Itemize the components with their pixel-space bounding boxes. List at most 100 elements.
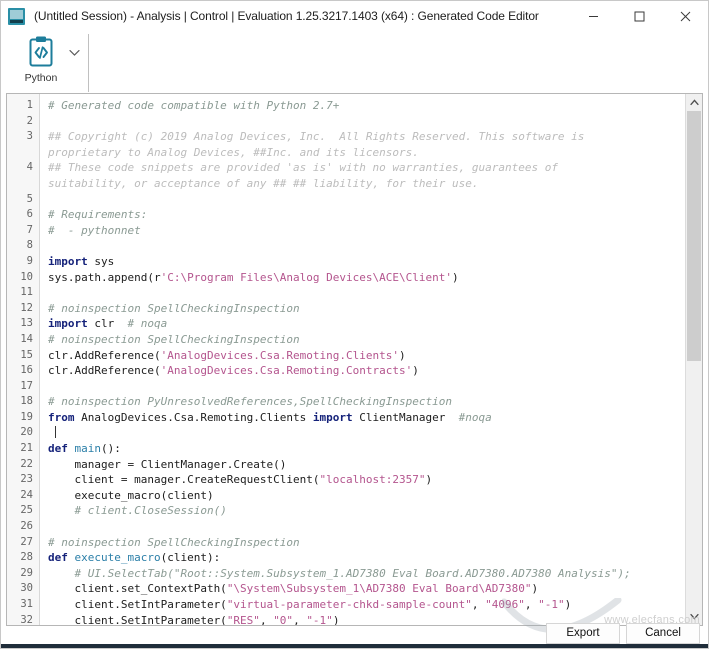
code-token-cmt: # noinspection SpellCheckingInspection: [48, 333, 300, 346]
ace-app-icon: [8, 8, 25, 25]
code-line: # Generated code compatible with Python …: [48, 98, 685, 114]
code-line: ## Copyright (c) 2019 Analog Devices, In…: [48, 129, 685, 145]
code-token-cmt: #noqa: [459, 411, 492, 424]
line-number-wrap: [7, 145, 39, 161]
python-button-label: Python: [25, 72, 58, 84]
line-number: 17: [7, 379, 39, 395]
window-bottom-edge: [1, 644, 708, 648]
code-line: def execute_macro(client):: [48, 550, 685, 566]
code-token-str: "-1": [538, 598, 565, 611]
scrollbar-track[interactable]: [686, 111, 702, 608]
code-token-kw: import: [48, 255, 88, 268]
code-token-str: 'AnalogDevices.Csa.Remoting.Clients': [161, 349, 399, 362]
code-token-plain: ): [399, 349, 406, 362]
code-token-plain: client.set_ContextPath(: [48, 582, 227, 595]
line-number: 18: [7, 394, 39, 410]
maximize-button[interactable]: [616, 1, 662, 31]
code-token-plain: ,: [472, 598, 485, 611]
code-scroll-area[interactable]: 123 4 5678910111213141516171819202122232…: [7, 94, 685, 625]
code-token-plain: [68, 551, 75, 564]
code-line: [48, 114, 685, 130]
minimize-icon: [588, 11, 599, 22]
code-line: client.SetIntParameter("virtual-paramete…: [48, 597, 685, 613]
vertical-scrollbar[interactable]: [685, 94, 702, 625]
code-line: # noinspection SpellCheckingInspection: [48, 301, 685, 317]
code-line: # noinspection PyUnresolvedReferences,Sp…: [48, 394, 685, 410]
code-line: [48, 238, 685, 254]
code-token-kw: import: [48, 317, 88, 330]
code-line: def main():: [48, 441, 685, 457]
title-bar: (Untitled Session) - Analysis | Control …: [1, 1, 708, 31]
code-text-area[interactable]: # Generated code compatible with Python …: [40, 94, 685, 625]
code-line: import clr # noqa: [48, 316, 685, 332]
dialog-button-bar: Export Cancel: [1, 622, 708, 644]
line-number: 2: [7, 114, 39, 130]
close-button[interactable]: [662, 1, 708, 31]
minimize-button[interactable]: [570, 1, 616, 31]
python-export-button[interactable]: Python: [11, 34, 71, 84]
code-line: manager = ClientManager.Create(): [48, 457, 685, 473]
code-line: sys.path.append(r'C:\Program Files\Analo…: [48, 270, 685, 286]
line-number: 6: [7, 207, 39, 223]
code-token-kw: from: [48, 411, 75, 424]
ribbon-toolbar: Python: [1, 31, 708, 92]
code-line: proprietary to Analog Devices, ##Inc. an…: [48, 145, 685, 161]
ribbon-separator: [88, 34, 89, 92]
scrollbar-thumb[interactable]: [687, 111, 701, 361]
line-number-gutter: 123 4 5678910111213141516171819202122232…: [7, 94, 40, 625]
code-token-fn: main: [75, 442, 102, 455]
line-number-wrap: [7, 176, 39, 192]
line-number: 11: [7, 285, 39, 301]
line-number: 8: [7, 238, 39, 254]
line-number: 12: [7, 301, 39, 317]
code-token-cmt: # noqa: [128, 317, 168, 330]
chevron-up-icon: [690, 99, 699, 106]
line-number: 15: [7, 348, 39, 364]
code-token-plain: ): [452, 271, 459, 284]
line-number: 30: [7, 581, 39, 597]
line-number: 20: [7, 425, 39, 441]
line-number: 22: [7, 457, 39, 473]
line-number: 24: [7, 488, 39, 504]
window-title: (Untitled Session) - Analysis | Control …: [34, 9, 539, 23]
line-number: 14: [7, 332, 39, 348]
line-number: 23: [7, 472, 39, 488]
cancel-button[interactable]: Cancel: [626, 623, 700, 644]
code-line: client = manager.CreateRequestClient("lo…: [48, 472, 685, 488]
line-number: 26: [7, 519, 39, 535]
code-line: # - pythonnet: [48, 223, 685, 239]
code-token-plain: execute_macro(client): [48, 489, 214, 502]
code-token-cmt: # - pythonnet: [48, 224, 141, 237]
code-token-plain: sys: [88, 255, 115, 268]
code-token-fn: execute_macro: [75, 551, 161, 564]
line-number: 13: [7, 316, 39, 332]
close-icon: [680, 11, 691, 22]
code-token-plain: ClientManager: [353, 411, 459, 424]
python-dropdown-button[interactable]: [67, 34, 81, 72]
export-button[interactable]: Export: [546, 623, 620, 644]
code-token-cmt: # Generated code compatible with Python …: [48, 99, 339, 112]
chevron-down-icon: [69, 49, 80, 57]
line-number: 4: [7, 160, 39, 176]
line-number: 25: [7, 503, 39, 519]
window-controls: [570, 1, 708, 31]
code-token-plain: ): [412, 364, 419, 377]
code-line: [48, 425, 685, 441]
code-line: # client.CloseSession(): [48, 503, 685, 519]
code-token-plain: [48, 567, 75, 580]
code-line: clr.AddReference('AnalogDevices.Csa.Remo…: [48, 363, 685, 379]
scroll-up-button[interactable]: [686, 94, 702, 111]
code-token-plain: ): [565, 598, 572, 611]
code-line: clr.AddReference('AnalogDevices.Csa.Remo…: [48, 348, 685, 364]
code-line: # noinspection SpellCheckingInspection: [48, 535, 685, 551]
code-token-cmt: # noinspection PyUnresolvedReferences,Sp…: [48, 395, 452, 408]
code-line: from AnalogDevices.Csa.Remoting.Clients …: [48, 410, 685, 426]
code-line: [48, 519, 685, 535]
line-number: 28: [7, 550, 39, 566]
code-token-cmt2: suitability, or acceptance of any ## ## …: [48, 177, 478, 190]
code-token-plain: [48, 504, 75, 517]
code-token-plain: [68, 442, 75, 455]
code-token-plain: clr.AddReference(: [48, 364, 161, 377]
line-number: 19: [7, 410, 39, 426]
code-token-str: "\System\Subsystem_1\AD7380 Eval Board\A…: [227, 582, 532, 595]
